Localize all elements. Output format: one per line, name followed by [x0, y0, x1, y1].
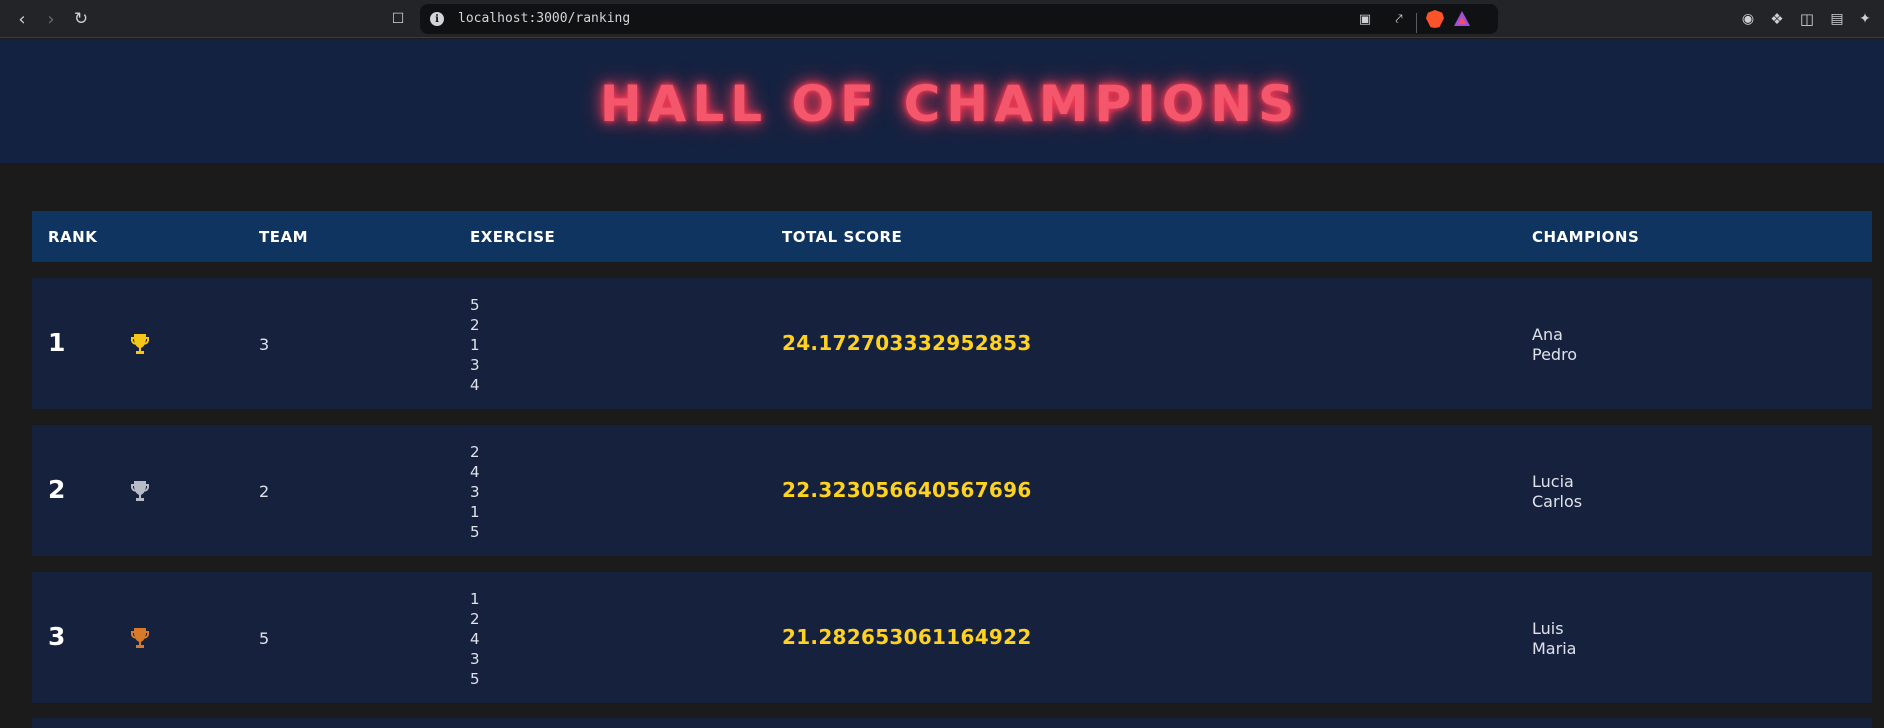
champion-name: Ana: [1532, 325, 1563, 344]
ranking-row: 3 5 1 2 4 3 5 21.282653061164922 Luis Ma…: [32, 572, 1872, 703]
exercise-item: 2: [470, 443, 480, 461]
ranking-row: 1 3 5 2 1 3 4 24.172703332952853 Ana Ped…: [32, 278, 1872, 409]
info-icon[interactable]: i: [430, 12, 444, 26]
rank-number: 2: [48, 475, 66, 504]
exercise-item: 2: [470, 610, 480, 628]
champions-list: Luis Maria: [1532, 619, 1576, 659]
lion-icon[interactable]: ◉: [1735, 6, 1761, 32]
bronze-trophy-icon: [131, 628, 149, 648]
trophy-shape: [131, 481, 149, 501]
column-header-exercise: EXERCISE: [470, 228, 556, 246]
trophy-shape: [131, 628, 149, 648]
trophy-shape: [131, 334, 149, 354]
exercise-item: 1: [470, 590, 480, 608]
champions-list: Ana Pedro: [1532, 325, 1577, 365]
ranking-row-partial: [32, 718, 1872, 728]
exercise-item: 5: [470, 296, 480, 314]
rank-number: 3: [48, 622, 66, 651]
exercise-list: 2 4 3 1 5: [470, 442, 480, 542]
column-header-champions: CHAMPIONS: [1532, 228, 1640, 246]
cast-icon[interactable]: ▣: [1356, 10, 1374, 28]
exercise-item: 2: [470, 316, 480, 334]
champions-list: Lucia Carlos: [1532, 472, 1582, 512]
address-bar[interactable]: i localhost:3000/ranking ▣ ⤤: [420, 4, 1498, 34]
champion-name: Pedro: [1532, 345, 1578, 364]
champion-name: Maria: [1532, 639, 1577, 658]
column-header-team: TEAM: [259, 228, 309, 246]
browser-toolbar: ‹ › ↻ ☐ i localhost:3000/ranking ▣ ⤤ ◉ ❖…: [0, 0, 1884, 38]
exercise-item: 4: [470, 376, 480, 394]
champion-name: Carlos: [1532, 492, 1583, 511]
sidebar-icon[interactable]: ◫: [1794, 6, 1820, 32]
chevron-left-icon[interactable]: ‹: [9, 6, 35, 32]
page-title: HALL OF CHAMPIONS: [599, 75, 1301, 133]
puzzle-icon[interactable]: ❖: [1764, 6, 1790, 32]
exercise-item: 3: [470, 650, 480, 668]
page-header: HALL OF CHAMPIONS: [0, 39, 1884, 163]
exercise-item: 3: [470, 483, 480, 501]
exercise-item: 4: [470, 463, 480, 481]
exercise-list: 5 2 1 3 4: [470, 295, 480, 395]
ranking-table-header: RANK TEAM EXERCISE TOTAL SCORE CHAMPIONS: [32, 211, 1872, 262]
champion-name: Luis: [1532, 619, 1564, 638]
reload-icon[interactable]: ↻: [68, 6, 94, 32]
brave-rewards-inner: [1458, 17, 1466, 24]
team-number: 3: [259, 335, 270, 354]
total-score: 21.282653061164922: [782, 625, 1032, 649]
champion-name: Lucia: [1532, 472, 1574, 491]
exercise-item: 3: [470, 356, 480, 374]
brave-shield-icon[interactable]: [1426, 10, 1444, 28]
exercise-item: 1: [470, 503, 480, 521]
exercise-item: 5: [470, 523, 480, 541]
exercise-item: 1: [470, 336, 480, 354]
column-header-rank: RANK: [48, 228, 98, 246]
exercise-item: 4: [470, 630, 480, 648]
total-score: 24.172703332952853: [782, 331, 1032, 355]
team-number: 2: [259, 482, 270, 501]
divider: [1416, 13, 1417, 33]
ranking-row: 2 2 2 4 3 1 5 22.323056640567696 Lucia C…: [32, 425, 1872, 556]
bookmark-icon[interactable]: ☐: [385, 6, 411, 32]
silver-trophy-icon: [131, 481, 149, 501]
team-number: 5: [259, 629, 270, 648]
url-text: localhost:3000/ranking: [458, 11, 631, 26]
gold-trophy-icon: [131, 334, 149, 354]
exercise-list: 1 2 4 3 5: [470, 589, 480, 689]
column-header-total-score: TOTAL SCORE: [782, 228, 903, 246]
brave-rewards-icon[interactable]: [1454, 11, 1470, 26]
wallet-icon[interactable]: ▤: [1824, 6, 1850, 32]
leo-ai-icon[interactable]: ✦: [1852, 6, 1878, 32]
share-icon[interactable]: ⤤: [1390, 10, 1408, 28]
rank-number: 1: [48, 328, 66, 357]
exercise-item: 5: [470, 670, 480, 688]
chevron-right-icon[interactable]: ›: [38, 6, 64, 32]
total-score: 22.323056640567696: [782, 478, 1032, 502]
